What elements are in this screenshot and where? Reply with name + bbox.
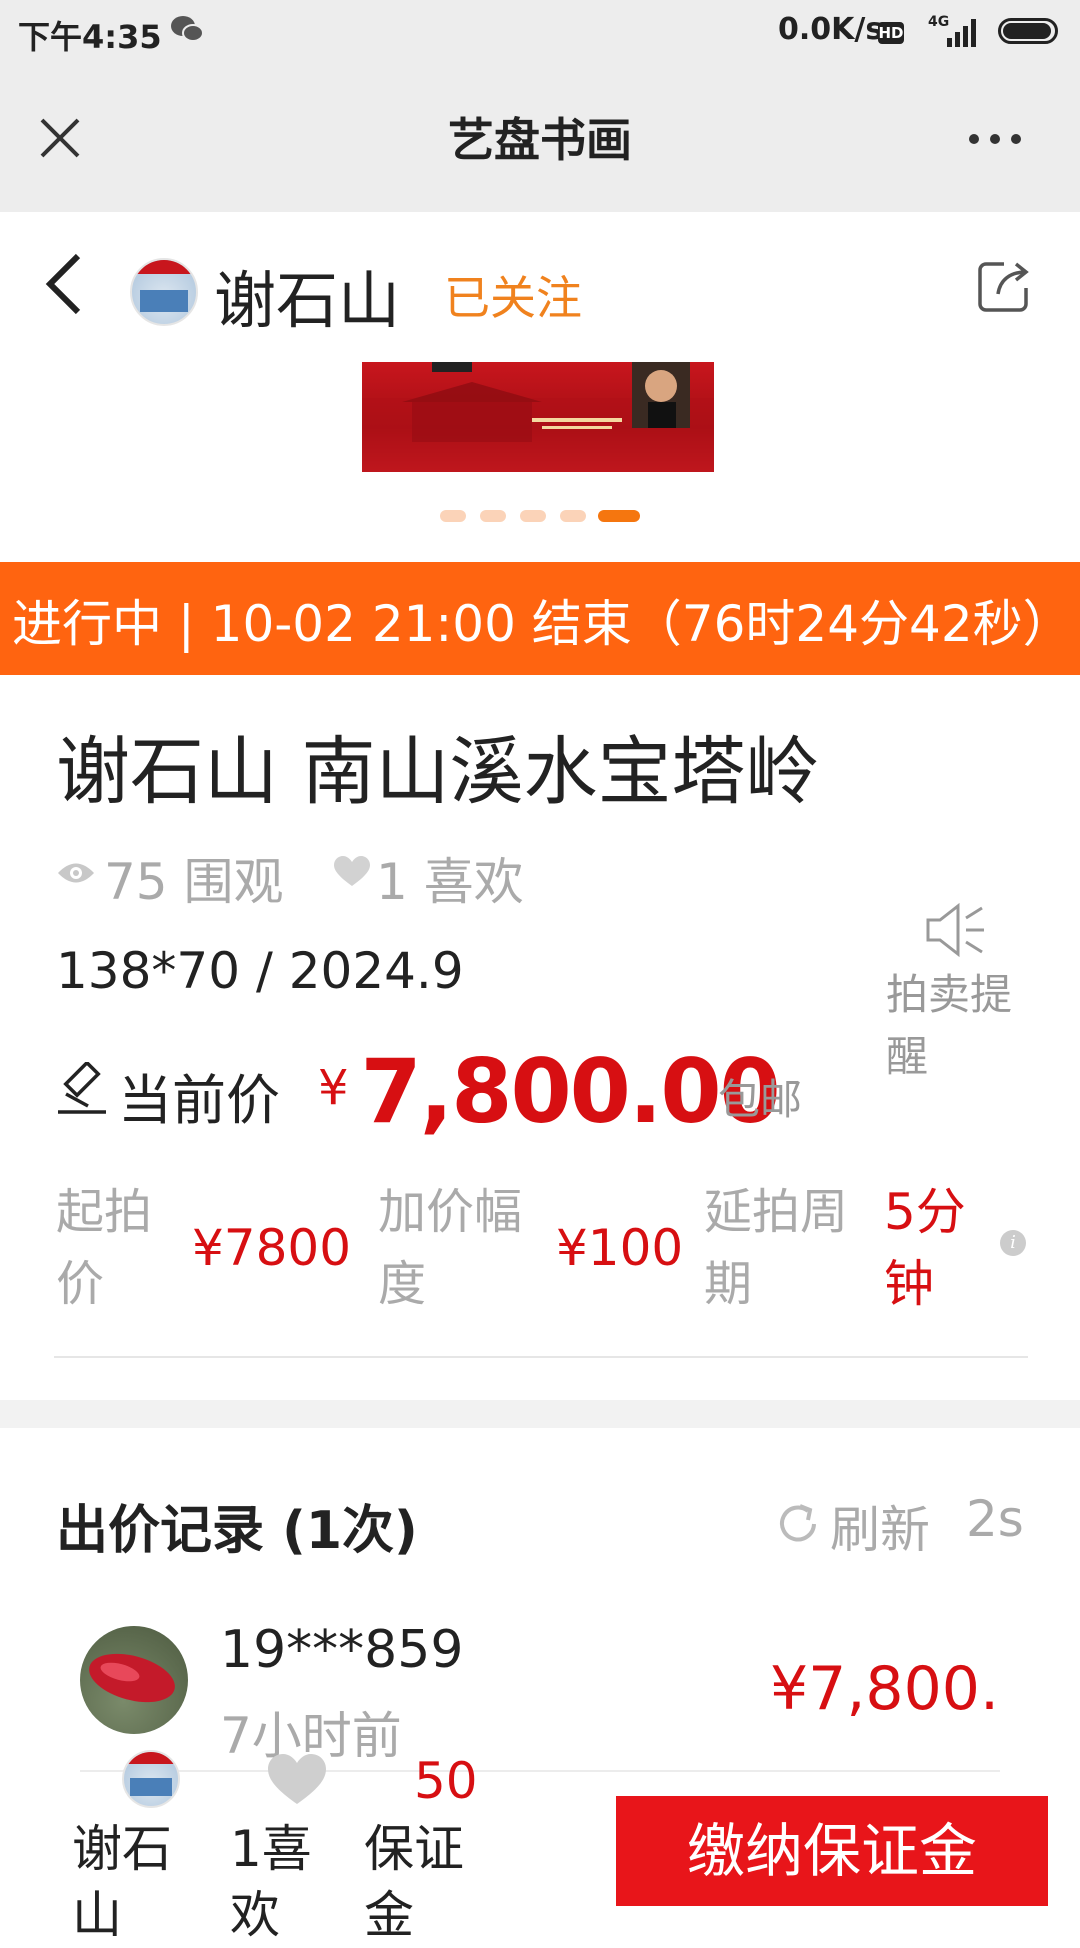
eye-icon <box>58 863 94 883</box>
starting-price-label: 起拍价 <box>56 1184 153 1312</box>
artwork-dimensions: 138*70 / 2024.9 <box>56 942 464 1000</box>
bid-records-title: 出价记录 (1次) <box>56 1501 418 1561</box>
bidder-avatar <box>80 1626 188 1734</box>
bid-amount-container: ¥7,800.00 <box>770 1654 1002 1726</box>
item-title: 谢石山 南山溪水宝塔岭 <box>56 729 820 815</box>
bid-row-divider <box>80 1770 1000 1772</box>
extension-period: 5分钟 <box>884 1183 966 1313</box>
current-price-label: 当前价 <box>118 1069 280 1132</box>
current-price-value: 7,800.00 <box>360 1040 781 1143</box>
gavel-icon <box>58 1062 106 1114</box>
refresh-icon[interactable] <box>774 1500 822 1548</box>
auction-status-text: 进行中 | 10-02 21:00 结束（76时24分42秒） <box>12 595 1073 653</box>
artist-name[interactable]: 谢石山 <box>214 250 400 340</box>
back-arrow-icon[interactable] <box>44 252 84 316</box>
carousel-dot[interactable] <box>480 510 506 522</box>
carousel-indicator <box>440 510 640 524</box>
increment-label: 加价幅度 <box>378 1184 523 1312</box>
speaker-mute-icon[interactable] <box>924 902 986 958</box>
refresh-countdown: 2s <box>966 1490 1024 1548</box>
hd-badge: HD <box>878 22 904 44</box>
divider <box>54 1356 1028 1358</box>
deposit-label[interactable]: 保证金 <box>364 1816 474 1948</box>
system-status-bar <box>0 0 1080 70</box>
shipping-badge: 包邮 <box>718 1075 803 1124</box>
view-count: 75 围观 <box>104 853 284 911</box>
carousel-dot-active[interactable] <box>598 510 640 522</box>
page-title: 艺盘书画 <box>448 113 632 167</box>
follow-status[interactable]: 已关注 <box>444 262 582 328</box>
currency-symbol: ¥ <box>318 1060 349 1116</box>
battery-level <box>1003 23 1051 39</box>
bottom-artist-avatar[interactable] <box>122 1750 180 1808</box>
status-time: 下午4:35 <box>18 18 162 56</box>
network-speed: 0.0K/s <box>778 12 884 47</box>
more-icon[interactable] <box>966 124 1024 154</box>
section-divider <box>0 1400 1080 1428</box>
current-price: ¥7,800.00 <box>318 1040 781 1143</box>
signal-icon <box>947 19 976 47</box>
bid-increment: ¥100 <box>556 1219 684 1277</box>
extension-period-label: 延拍周期 <box>704 1184 849 1312</box>
carousel-dot[interactable] <box>520 510 546 522</box>
pay-deposit-button[interactable]: 缴纳保证金 <box>616 1796 1048 1906</box>
carousel-dot[interactable] <box>440 510 466 522</box>
carousel-dot[interactable] <box>560 510 586 522</box>
artist-avatar[interactable] <box>130 258 198 326</box>
wechat-icon <box>171 16 204 42</box>
like-count: 1 喜欢 <box>376 853 524 911</box>
refresh-button[interactable]: 刷新 <box>830 1490 930 1562</box>
bottom-artist-name[interactable]: 谢石山 <box>72 1816 192 1948</box>
bidder-name: 19***859 <box>220 1620 464 1680</box>
heart-icon[interactable] <box>268 1754 326 1806</box>
deposit-count: 50 <box>414 1752 478 1810</box>
heart-icon[interactable] <box>334 856 370 888</box>
starting-price: ¥7800 <box>192 1219 352 1277</box>
artwork-banner-image[interactable] <box>362 362 714 472</box>
bid-amount: ¥7,800.00 <box>770 1654 1002 1724</box>
auction-reminder-button[interactable]: 拍卖提醒 <box>886 964 1026 1088</box>
info-icon[interactable]: i <box>1000 1230 1026 1256</box>
share-icon[interactable] <box>976 258 1032 314</box>
bottom-like-count[interactable]: 1喜欢 <box>230 1816 320 1948</box>
